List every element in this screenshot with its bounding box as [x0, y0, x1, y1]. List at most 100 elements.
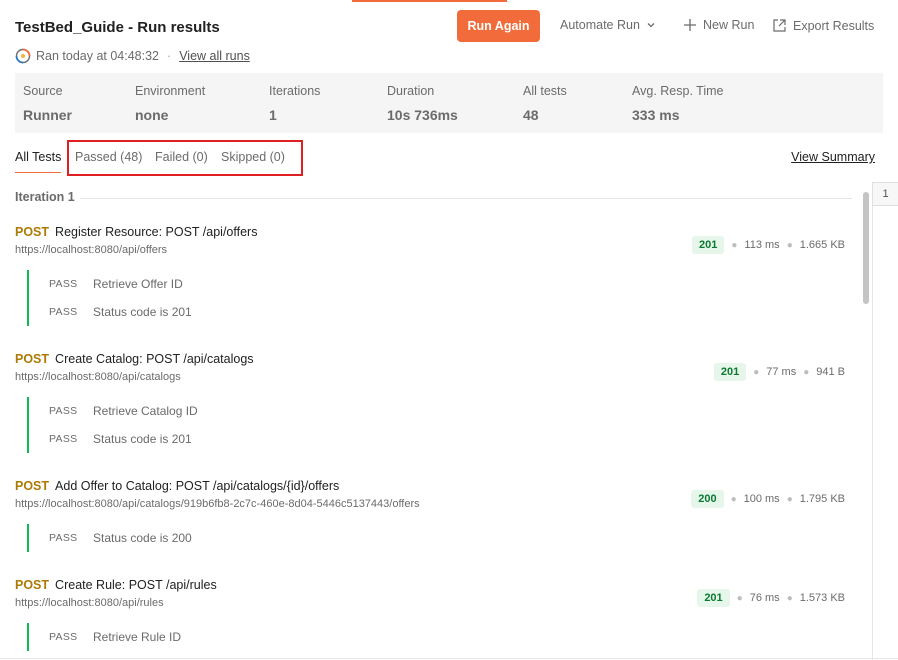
test-result: PASS — [49, 433, 78, 445]
iteration-panel — [872, 182, 898, 660]
test-result: PASS — [49, 306, 78, 318]
stat-label: Source — [23, 84, 63, 98]
response-time: 100 ms — [743, 493, 780, 505]
test-list: PASS Status code is 200 — [27, 524, 847, 552]
test-list: PASS Retrieve Rule ID — [27, 623, 847, 651]
request-name: Register Resource: POST /api/offers — [55, 225, 258, 239]
response-meta: 201 ● 76 ms ● 1.573 KB — [697, 589, 845, 607]
request-item[interactable]: POST Add Offer to Catalog: POST /api/cata… — [15, 479, 847, 552]
test-name: Retrieve Catalog ID — [93, 404, 198, 418]
request-name: Create Catalog: POST /api/catalogs — [55, 352, 254, 366]
method-label: POST — [15, 225, 50, 239]
request-item[interactable]: POST Register Resource: POST /api/offers … — [15, 225, 847, 326]
stat-label: Avg. Resp. Time — [632, 84, 724, 98]
separator-dot: ● — [786, 493, 793, 505]
request-item[interactable]: POST Create Rule: POST /api/rules https:/… — [15, 578, 847, 651]
test-row: PASS Status code is 201 — [49, 425, 847, 453]
scrollbar-thumb[interactable] — [863, 192, 869, 304]
view-all-runs-link[interactable]: View all runs — [179, 49, 250, 63]
test-result: PASS — [49, 405, 78, 417]
response-size: 941 B — [816, 366, 845, 378]
header: TestBed_Guide - Run results Run Again Au… — [15, 10, 876, 42]
response-meta: 201 ● 77 ms ● 941 B — [713, 363, 845, 381]
stat-value: 333 ms — [632, 107, 680, 123]
stat-label: All tests — [523, 84, 567, 98]
test-row: PASS Status code is 200 — [49, 524, 847, 552]
iteration-number[interactable]: 1 — [872, 182, 898, 206]
stat-value: 1 — [269, 107, 277, 123]
plus-icon — [684, 19, 696, 31]
status-badge: 201 — [697, 589, 730, 607]
iteration-label: Iteration 1 — [15, 190, 75, 204]
tab-all-tests[interactable]: All Tests — [15, 150, 62, 173]
response-time: 76 ms — [749, 592, 780, 604]
status-badge: 201 — [692, 236, 725, 254]
run-stats: Source Runner Environment none Iteration… — [15, 73, 883, 133]
separator-dot: ● — [731, 239, 738, 251]
method-label: POST — [15, 352, 50, 366]
separator-dot: ● — [786, 592, 793, 604]
response-meta: 200 ● 100 ms ● 1.795 KB — [691, 490, 845, 508]
test-name: Status code is 201 — [93, 432, 192, 446]
test-result: PASS — [49, 631, 78, 643]
stat-value: 48 — [523, 107, 539, 123]
test-list: PASS Retrieve Offer ID PASS Status code … — [27, 270, 847, 326]
separator-dot: ● — [736, 592, 743, 604]
highlight-box — [67, 140, 303, 176]
view-summary-link[interactable]: View Summary — [791, 150, 875, 164]
request-name: Add Offer to Catalog: POST /api/catalogs… — [55, 479, 340, 493]
separator-dot: ● — [753, 366, 760, 378]
separator-dot: ● — [786, 239, 793, 251]
stat-avg-resp-time: Avg. Resp. Time 333 ms — [632, 84, 723, 123]
stat-value: none — [135, 107, 169, 123]
new-run-label: New Run — [703, 18, 755, 32]
stat-source: Source Runner — [23, 84, 72, 123]
test-name: Retrieve Offer ID — [93, 277, 183, 291]
test-row: PASS Retrieve Rule ID — [49, 623, 847, 651]
response-size: 1.573 KB — [799, 592, 845, 604]
new-run-button[interactable]: New Run — [683, 18, 754, 32]
automate-run-dropdown[interactable]: Automate Run — [560, 18, 656, 32]
stat-value: 10s 736ms — [387, 107, 458, 123]
stat-value: Runner — [23, 107, 72, 123]
stat-label: Duration — [387, 84, 435, 98]
runner-icon — [15, 48, 31, 64]
test-row: PASS Status code is 201 — [49, 298, 847, 326]
response-time: 77 ms — [766, 366, 797, 378]
page-title: TestBed_Guide - Run results — [15, 19, 220, 36]
test-name: Status code is 201 — [93, 305, 192, 319]
status-badge: 200 — [691, 490, 724, 508]
request-item[interactable]: POST Create Catalog: POST /api/catalogs h… — [15, 352, 847, 453]
export-icon — [773, 19, 786, 32]
divider — [80, 198, 852, 199]
automate-run-label: Automate Run — [560, 18, 640, 32]
separator-dot: ● — [803, 366, 810, 378]
test-row: PASS Retrieve Catalog ID — [49, 397, 847, 425]
run-info: Ran today at 04:48:32 · View all runs — [15, 48, 250, 64]
test-row: PASS Retrieve Offer ID — [49, 270, 847, 298]
status-badge: 201 — [713, 363, 747, 381]
method-label: POST — [15, 578, 50, 592]
test-result: PASS — [49, 532, 78, 544]
stat-duration: Duration 10s 736ms — [387, 84, 458, 123]
divider — [0, 658, 898, 659]
stat-all-tests: All tests 48 — [523, 84, 567, 123]
stat-iterations: Iterations 1 — [269, 84, 320, 123]
response-meta: 201 ● 113 ms ● 1.665 KB — [692, 236, 845, 254]
response-time: 113 ms — [744, 239, 780, 251]
response-size: 1.795 KB — [799, 493, 845, 505]
separator: · — [167, 49, 172, 63]
run-again-button[interactable]: Run Again — [457, 10, 540, 42]
test-name: Retrieve Rule ID — [93, 630, 182, 644]
ran-time: Ran today at 04:48:32 — [36, 49, 160, 63]
chevron-down-icon — [647, 23, 655, 28]
export-results-label: Export Results — [793, 18, 875, 33]
test-result: PASS — [49, 278, 78, 290]
export-results-button[interactable]: Export Results — [772, 18, 874, 33]
method-label: POST — [15, 479, 50, 493]
separator-dot: ● — [730, 493, 737, 505]
stat-label: Iterations — [269, 84, 321, 98]
stat-label: Environment — [135, 84, 206, 98]
test-name: Status code is 200 — [93, 531, 192, 545]
stat-environment: Environment none — [135, 84, 205, 123]
